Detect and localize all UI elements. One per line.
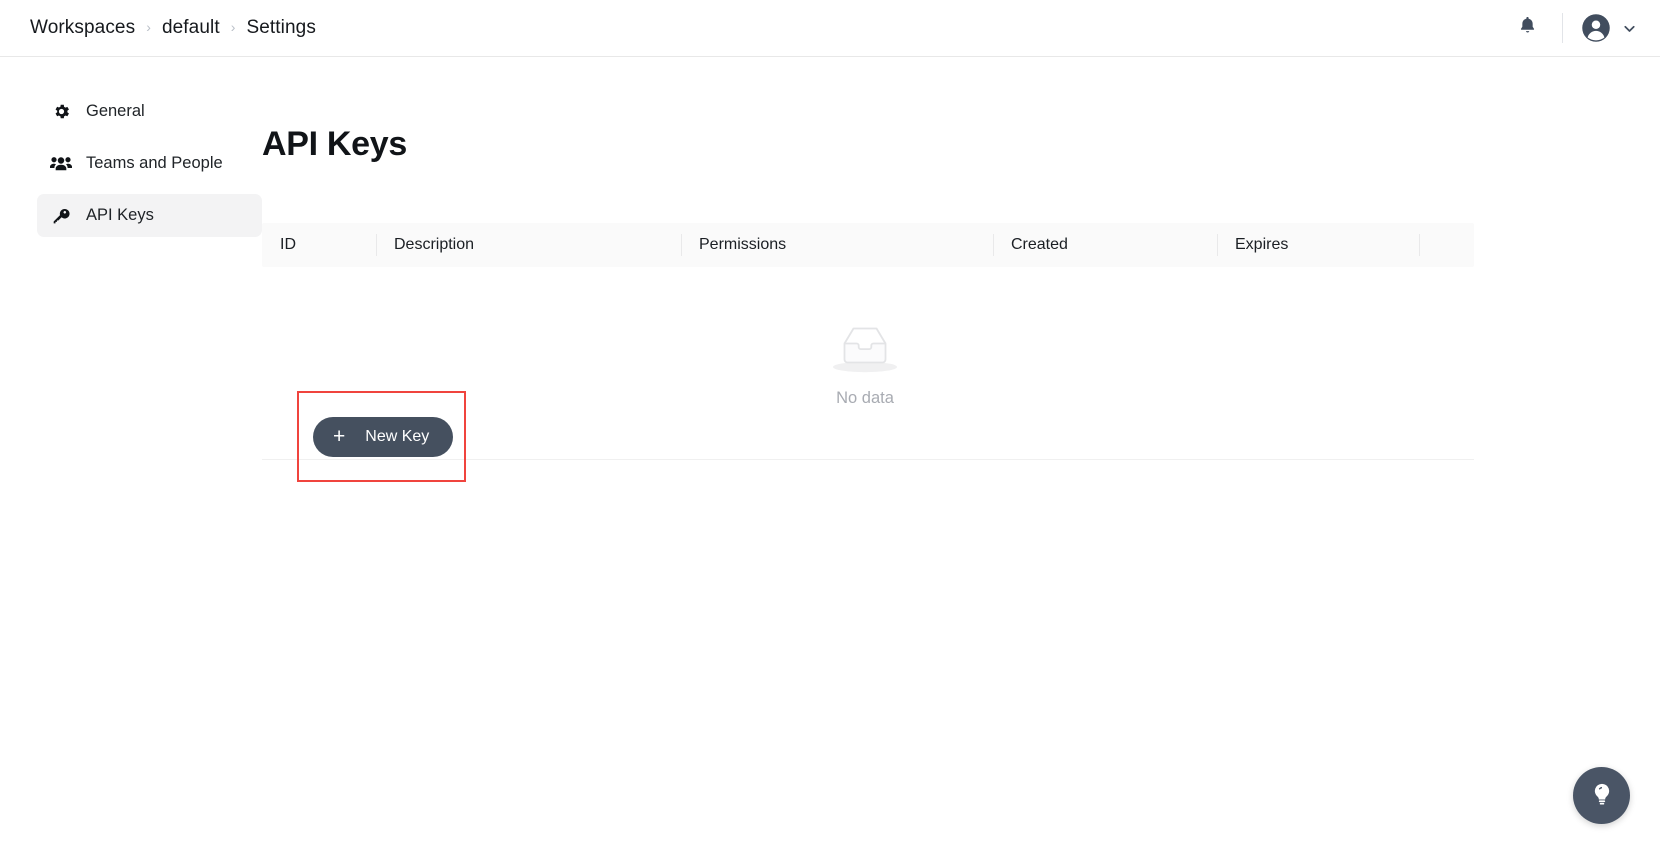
- breadcrumb-item-settings[interactable]: Settings: [246, 17, 315, 39]
- sidebar-item-general[interactable]: General: [37, 90, 262, 133]
- bell-icon: [1517, 15, 1538, 41]
- lightbulb-icon: [1589, 781, 1615, 810]
- empty-state-text: No data: [836, 389, 894, 407]
- settings-sidebar: General Teams and People API Keys: [0, 57, 262, 246]
- top-bar-actions: [1510, 0, 1638, 56]
- main-content: API Keys ID Description Permissions Crea…: [262, 57, 1660, 481]
- empty-inbox-icon: [828, 318, 902, 379]
- top-bar: Workspaces › default › Settings: [0, 0, 1660, 57]
- people-icon: [50, 154, 72, 174]
- notifications-button[interactable]: [1510, 11, 1544, 45]
- gear-icon: [50, 102, 72, 122]
- page-layout: General Teams and People API Keys API Ke…: [0, 57, 1660, 481]
- breadcrumb-separator-icon: ›: [230, 19, 236, 35]
- chevron-down-icon: [1621, 20, 1638, 37]
- breadcrumb-item-workspaces[interactable]: Workspaces: [30, 17, 135, 39]
- user-avatar-icon: [1581, 13, 1611, 43]
- new-key-button-label: New Key: [365, 428, 430, 445]
- breadcrumb-separator-icon: ›: [146, 19, 151, 35]
- table-column-header-expires[interactable]: Expires: [1217, 223, 1419, 267]
- new-key-button[interactable]: + New Key: [313, 417, 454, 457]
- breadcrumb-item-default[interactable]: default: [162, 17, 220, 39]
- account-menu-button[interactable]: [1581, 13, 1638, 43]
- page-title: API Keys: [262, 125, 408, 163]
- table-column-header-actions: [1419, 223, 1474, 267]
- table-column-header-permissions[interactable]: Permissions: [681, 223, 993, 267]
- table-column-header-description[interactable]: Description: [376, 223, 681, 267]
- sidebar-item-label: General: [86, 102, 145, 120]
- top-bar-divider: [1562, 13, 1563, 43]
- breadcrumb: Workspaces › default › Settings: [30, 17, 316, 39]
- sidebar-item-teams-and-people[interactable]: Teams and People: [37, 142, 262, 185]
- plus-icon: +: [333, 424, 346, 448]
- help-tips-button[interactable]: [1573, 767, 1630, 824]
- sidebar-item-label: API Keys: [86, 206, 154, 224]
- key-icon: [50, 206, 72, 226]
- table-footer: [262, 459, 1474, 481]
- table-header-row: ID Description Permissions Created Expir…: [262, 223, 1474, 267]
- table-column-header-id[interactable]: ID: [262, 223, 376, 267]
- sidebar-item-label: Teams and People: [86, 154, 223, 172]
- table-column-header-created[interactable]: Created: [993, 223, 1217, 267]
- sidebar-item-api-keys[interactable]: API Keys: [37, 194, 262, 237]
